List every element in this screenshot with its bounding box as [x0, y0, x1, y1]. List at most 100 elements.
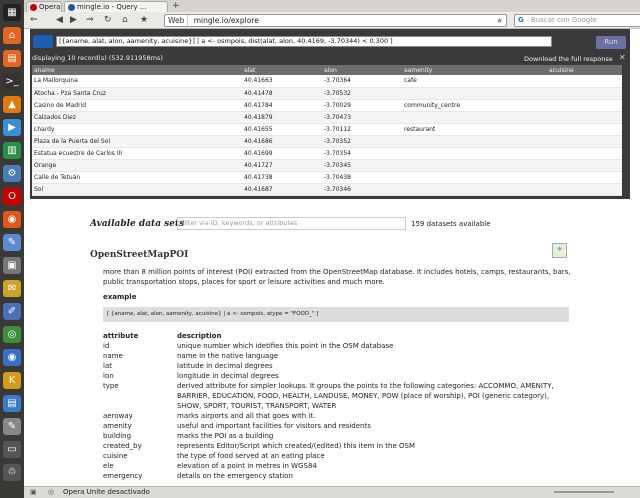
attribute-row: aeroway marks airports and all that goes … — [103, 411, 573, 421]
archive-icon[interactable]: ▣ — [3, 257, 21, 274]
forward-arrow-icon[interactable]: ▶ — [70, 14, 77, 26]
sticky-notes-icon[interactable]: ✉ — [3, 280, 21, 297]
chromium-icon[interactable]: ◉ — [3, 349, 21, 366]
attribute-row: lat latitude in decimal degrees — [103, 361, 573, 371]
bookmark-page-icon[interactable]: ★ — [496, 15, 503, 26]
attribute-row: building marks the POI as a building — [103, 431, 573, 441]
cell-alat: 40.41686 — [242, 135, 322, 149]
table-row: Lhardy 40.41655 -3.70112 restaurant — [32, 123, 622, 136]
files-icon[interactable]: ▤ — [3, 50, 21, 67]
disk-icon[interactable]: ▭ — [3, 441, 21, 458]
forward-button[interactable]: ⇒ — [86, 14, 94, 26]
cell-alat: 40.41687 — [242, 183, 322, 197]
back-button[interactable]: ⇐ — [30, 14, 38, 26]
query-input[interactable]: [{aname, alat, alon, aamenity, acuisine}… — [56, 36, 552, 47]
terminal-icon[interactable]: >_ — [3, 73, 21, 90]
close-results-icon[interactable]: ✕ — [619, 53, 626, 62]
tab-label: Opera — [39, 3, 61, 11]
pencil-icon[interactable]: ✐ — [3, 303, 21, 320]
results-table: aname alat alon aamenity acuisine La Mallorq… — [32, 65, 622, 197]
settings-icon[interactable]: ⚙ — [3, 165, 21, 182]
column-header-alat[interactable]: alat — [242, 65, 322, 75]
result-status: displaying 10 record(s) (532.911958ms) — [32, 54, 163, 62]
status-text: Opera Unite desactivado — [63, 488, 150, 496]
attribute-description: details on the emergency station — [177, 472, 293, 480]
cell-alon: -3.70112 — [322, 123, 402, 136]
firefox-icon[interactable]: ◉ — [3, 211, 21, 228]
cell-aamenity: restaurant — [402, 123, 547, 136]
panel-toggle-icon[interactable]: ▣ — [30, 487, 37, 498]
tab-label: mingle.io - Query ... — [77, 3, 147, 11]
map-thumbnail-icon[interactable]: ⌖ — [552, 243, 567, 258]
column-header-aname[interactable]: aname — [32, 65, 242, 75]
cell-alat: 40.41738 — [242, 171, 322, 185]
cell-aname: Calzados Diez — [32, 111, 242, 124]
attribute-row: emergency details on the emergency statio… — [103, 471, 573, 481]
document-icon[interactable]: ▤ — [3, 395, 21, 412]
navigation-bar: ⇐ ◀ ▶ ⇒ ↻ ⌂ ★ Web mingle.io/explore ★ G … — [24, 12, 640, 29]
cell-acuisine — [547, 123, 622, 136]
cell-alat: 40.41699 — [242, 147, 322, 161]
opera-icon[interactable]: O — [3, 188, 21, 205]
attribute-name: id — [103, 342, 110, 350]
address-bar[interactable]: Web mingle.io/explore ★ — [164, 14, 507, 27]
attribute-description: represents Editor/Script which created/(… — [177, 442, 415, 450]
attribute-description: derived attribute for simpler lookups. I… — [177, 382, 554, 410]
reload-button[interactable]: ↻ — [104, 14, 112, 26]
dataset-description: more than 8 million points of interest (… — [103, 268, 571, 286]
attribute-row: ele elevation of a point in metres in WGS… — [103, 461, 573, 471]
download-link[interactable]: Download the full response — [524, 55, 613, 63]
cell-aamenity: cafe — [402, 75, 547, 88]
attribute-description: longitude in decimal degrees — [177, 372, 279, 380]
status-bar: ▣ ◎ Opera Unite desactivado — [24, 486, 640, 498]
attribute-row: id unique number which idetifies this poi… — [103, 341, 573, 351]
unity-launcher: ▦ ⌂ ▤ >_ ▲ ▶ ▥ ⚙ O ◉ ✎ ▣ ✉ ✐ ◎ ◉ K ▤ ✎ ▭ ♲ — [0, 0, 24, 498]
dataset-title[interactable]: OpenStreetMapPOI — [90, 250, 188, 260]
description-header: description — [177, 332, 222, 340]
libreoffice-icon[interactable]: ▥ — [3, 142, 21, 159]
column-header-acuisine[interactable]: acuisine — [547, 65, 622, 75]
column-header-aamenity[interactable]: aamenity — [402, 65, 547, 75]
cell-alon: -3.70364 — [322, 75, 402, 88]
cell-aamenity: community_centre — [402, 99, 547, 112]
column-header-alon[interactable]: alon — [322, 65, 402, 75]
home-folder-icon[interactable]: ⌂ — [3, 27, 21, 44]
edit-icon[interactable]: ✎ — [3, 418, 21, 435]
back-arrow-icon[interactable]: ◀ — [56, 14, 63, 26]
example-query[interactable]: [ {aname, alat, alon, aamenity, acuisine… — [103, 307, 569, 322]
zoom-slider[interactable] — [554, 491, 614, 493]
home-button[interactable]: ⌂ — [122, 14, 128, 26]
unite-icon[interactable]: ◎ — [48, 487, 54, 498]
table-row: Orange 40.41727 -3.70345 — [32, 159, 622, 173]
attribute-row: cuisine the type of food served at an eat… — [103, 451, 573, 461]
cell-aamenity — [402, 159, 547, 173]
cell-aname: Lhardy — [32, 123, 242, 136]
datasets-heading: Available data sets — [90, 219, 185, 229]
chrome-icon[interactable]: ◎ — [3, 326, 21, 343]
tab-opera[interactable]: Opera — [26, 1, 62, 12]
krusader-icon[interactable]: K — [3, 372, 21, 389]
new-tab-button[interactable]: + — [172, 1, 182, 11]
dataset-filter-input[interactable]: Filter via ID, keywords, or attributes — [177, 217, 406, 230]
text-editor-icon[interactable]: ✎ — [3, 234, 21, 251]
bookmark-star-icon[interactable]: ★ — [140, 14, 148, 26]
search-field[interactable]: G Buscar con Google — [514, 14, 640, 27]
dash-icon[interactable]: ▦ — [3, 4, 21, 21]
cell-aamenity — [402, 147, 547, 161]
trash-icon[interactable]: ♲ — [3, 464, 21, 481]
table-row: La Mallorquina 40.41663 -3.70364 cafe — [32, 75, 622, 88]
cell-acuisine — [547, 75, 622, 88]
mingle-logo-icon — [33, 35, 53, 48]
cell-aamenity — [402, 171, 547, 185]
tab-mingle[interactable]: mingle.io - Query ... — [64, 1, 168, 12]
cell-alon: -3.70438 — [322, 171, 402, 185]
cell-aname: La Mallorquina — [32, 75, 242, 88]
example-label: example — [103, 293, 137, 301]
results-header-row: aname alat alon aamenity acuisine — [32, 65, 622, 75]
software-center-icon[interactable]: ▶ — [3, 119, 21, 136]
run-button[interactable]: Run — [596, 36, 626, 49]
search-placeholder: Buscar con Google — [531, 16, 597, 24]
vlc-icon[interactable]: ▲ — [3, 96, 21, 113]
attribute-name: created_by — [103, 442, 142, 450]
table-row: Estatua ecuestre de Carlos III 40.41699 -3… — [32, 147, 622, 161]
